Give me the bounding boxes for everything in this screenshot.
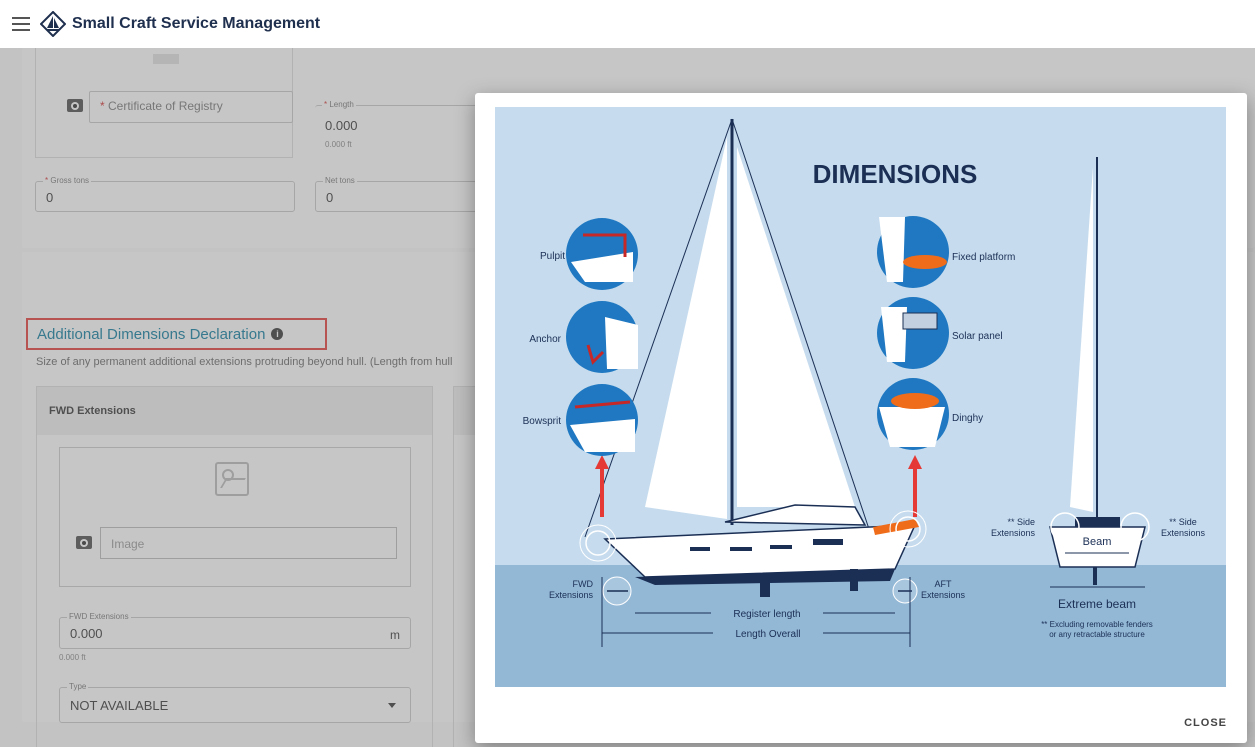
hamburger-menu-icon[interactable] — [12, 17, 30, 31]
app-logo-icon — [40, 11, 66, 37]
close-button[interactable]: CLOSE — [1184, 717, 1227, 729]
fixed-platform-label: Fixed platform — [952, 252, 1015, 263]
dinghy-label: Dinghy — [952, 413, 983, 424]
dimensions-figure: DIMENSIONS Pulpit Anchor Bowsprit Fixed … — [495, 107, 1226, 687]
extreme-beam-label: Extreme beam — [1058, 597, 1136, 611]
side-extensions-right-line2: Extensions — [1161, 528, 1206, 538]
side-extensions-left-line2: Extensions — [991, 528, 1036, 538]
aft-extensions-line1: AFT — [935, 579, 953, 589]
solar-panel-label: Solar panel — [952, 331, 1003, 342]
footnote-line1: ** Excluding removable fenders — [1041, 620, 1153, 629]
length-overall-label: Length Overall — [735, 629, 800, 640]
fwd-extensions-line2: Extensions — [549, 590, 594, 600]
figure-heading: DIMENSIONS — [813, 159, 978, 189]
anchor-label: Anchor — [529, 334, 561, 345]
dimensions-modal: DIMENSIONS Pulpit Anchor Bowsprit Fixed … — [475, 93, 1247, 743]
beam-label: Beam — [1083, 536, 1112, 548]
register-length-label: Register length — [733, 609, 800, 620]
fwd-extensions-line1: FWD — [573, 579, 594, 589]
side-extensions-right-line1: ** Side — [1169, 517, 1197, 527]
bowsprit-label: Bowsprit — [523, 416, 562, 427]
aft-extensions-line2: Extensions — [921, 590, 966, 600]
dimensions-illustration: DIMENSIONS Pulpit Anchor Bowsprit Fixed … — [495, 107, 1226, 687]
pulpit-label: Pulpit — [540, 251, 565, 262]
app-bar: Small Craft Service Management — [0, 0, 1255, 48]
side-extensions-left-line1: ** Side — [1007, 517, 1035, 527]
app-title: Small Craft Service Management — [72, 15, 321, 32]
footnote-line2: or any retractable structure — [1049, 630, 1145, 639]
